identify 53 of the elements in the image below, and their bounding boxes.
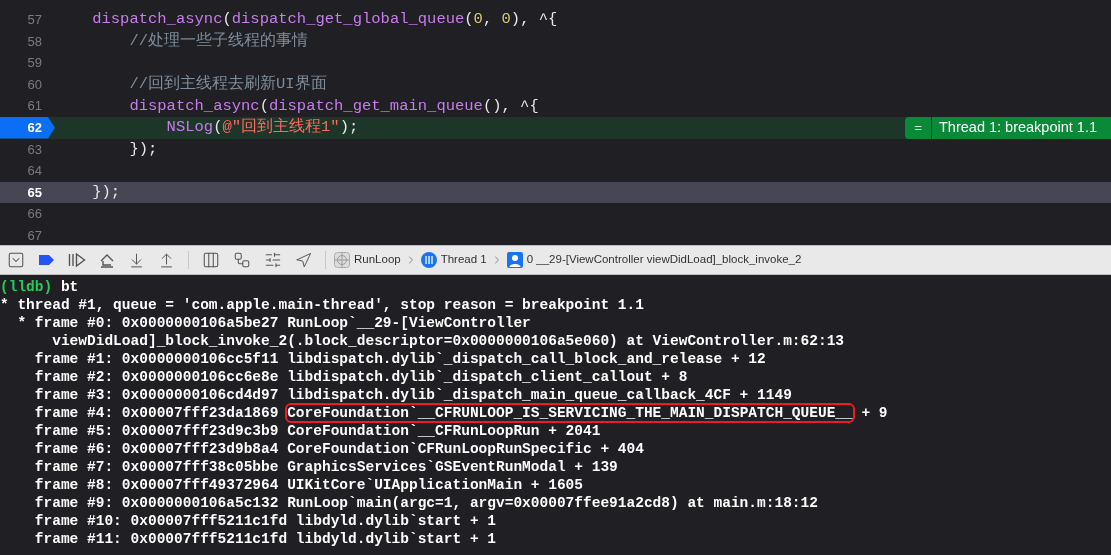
- console-text: frame #1: 0x0000000106cc5f11 libdispatch.dylib`_dispatch_call_block_and_release + 12: [33, 351, 766, 367]
- line-number: 63: [27, 140, 42, 159]
- console-text: * frame #0: 0x0000000106a5be27 RunLoop`__29-[ViewController: [16, 315, 531, 331]
- line-number: 67: [27, 227, 42, 245]
- hide-console-icon[interactable]: [7, 251, 25, 269]
- environment-icon[interactable]: [264, 251, 282, 269]
- code-line: dispatch_async(dispatch_get_main_queue(), ^{: [128, 95, 539, 117]
- line-number: 58: [27, 32, 42, 51]
- console-text: frame #9: 0x0000000106a5c132 RunLoop`main(argc=1, argv=0x00007ffee91a2cd8) at main.m:18:12: [33, 495, 818, 511]
- step-over-icon[interactable]: [99, 252, 115, 268]
- console-text: bt: [59, 279, 79, 295]
- memory-graph-icon[interactable]: [233, 251, 251, 269]
- console-text: viewDidLoad]_block_invoke_2(.block_descriptor=0x0000000106a5e060) at ViewController.m:62:13: [51, 333, 845, 349]
- continue-icon[interactable]: [68, 253, 86, 267]
- code-line: //处理一些子线程的事情: [128, 30, 308, 52]
- console-text: * thread #1, queue = 'com.apple.main-thread', stop reason = breakpoint 1.1: [0, 297, 644, 313]
- line-number: 62: [27, 119, 42, 137]
- line-number: 61: [27, 97, 42, 116]
- breadcrumb[interactable]: 0 __29-[ViewController viewDidLoad]_block_invoke_2: [506, 251, 802, 269]
- annotation-text: Thread 1: breakpoint 1.1: [938, 117, 1098, 137]
- breakpoint-marker[interactable]: 62: [0, 116, 55, 139]
- console-text: frame #2: 0x0000000106cc6e8e libdispatch.dylib`_dispatch_client_callout + 8: [33, 369, 688, 385]
- location-icon[interactable]: [295, 251, 312, 269]
- line-number: 60: [27, 75, 42, 94]
- code-line: NSLog(@"回到主线程1");: [165, 116, 359, 139]
- person-icon: [506, 252, 523, 268]
- view-hierarchy-icon[interactable]: [202, 251, 220, 269]
- code-line: dispatch_async(dispatch_get_global_queue(0, 0), ^{: [91, 9, 558, 31]
- console-text: frame #10: 0x00007fff5211c1fd libdyld.dylib`start + 1: [33, 513, 496, 529]
- line-number: 57: [27, 11, 42, 30]
- breakpoint-icon[interactable]: [38, 254, 55, 266]
- console-text: frame #4: 0x00007fff23da1869: [33, 405, 280, 421]
- line-number: 59: [27, 54, 42, 73]
- console-text: + 9: [860, 405, 888, 421]
- lldb-prompt: (lldb): [0, 279, 53, 295]
- console-text: frame #7: 0x00007fff38c05bbe GraphicsServices`GSEventRunModal + 139: [33, 459, 618, 475]
- console-text: frame #6: 0x00007fff23d9b8a4 CoreFoundation`CFRunLoopRunSpecific + 404: [33, 441, 644, 457]
- code-line: });: [128, 138, 158, 160]
- line-number: 64: [27, 162, 42, 181]
- line-number: 65: [27, 183, 42, 202]
- console-text: frame #5: 0x00007fff23d9c3b9 CoreFoundation`__CFRunLoopRun + 2041: [33, 423, 601, 439]
- thread-icon: [420, 252, 437, 268]
- step-into-icon[interactable]: [128, 251, 145, 269]
- code-line: });: [91, 181, 121, 203]
- console-text: frame #8: 0x00007fff49372964 UIKitCore`UIApplicationMain + 1605: [33, 477, 583, 493]
- console-text: frame #3: 0x0000000106cd4d97 libdispatch.dylib`_dispatch_main_queue_callback_4CF + 1149: [33, 387, 792, 403]
- breadcrumb[interactable]: Thread 1: [420, 251, 487, 269]
- line-number: 66: [27, 205, 42, 224]
- code-line: //回到主线程去刷新UI界面: [128, 73, 327, 95]
- app-icon: [334, 252, 350, 268]
- console-text: frame #11: 0x00007fff5211c1fd libdyld.dylib`start + 1: [33, 531, 496, 547]
- step-out-icon[interactable]: [158, 251, 175, 269]
- breadcrumb[interactable]: RunLoop: [334, 251, 401, 269]
